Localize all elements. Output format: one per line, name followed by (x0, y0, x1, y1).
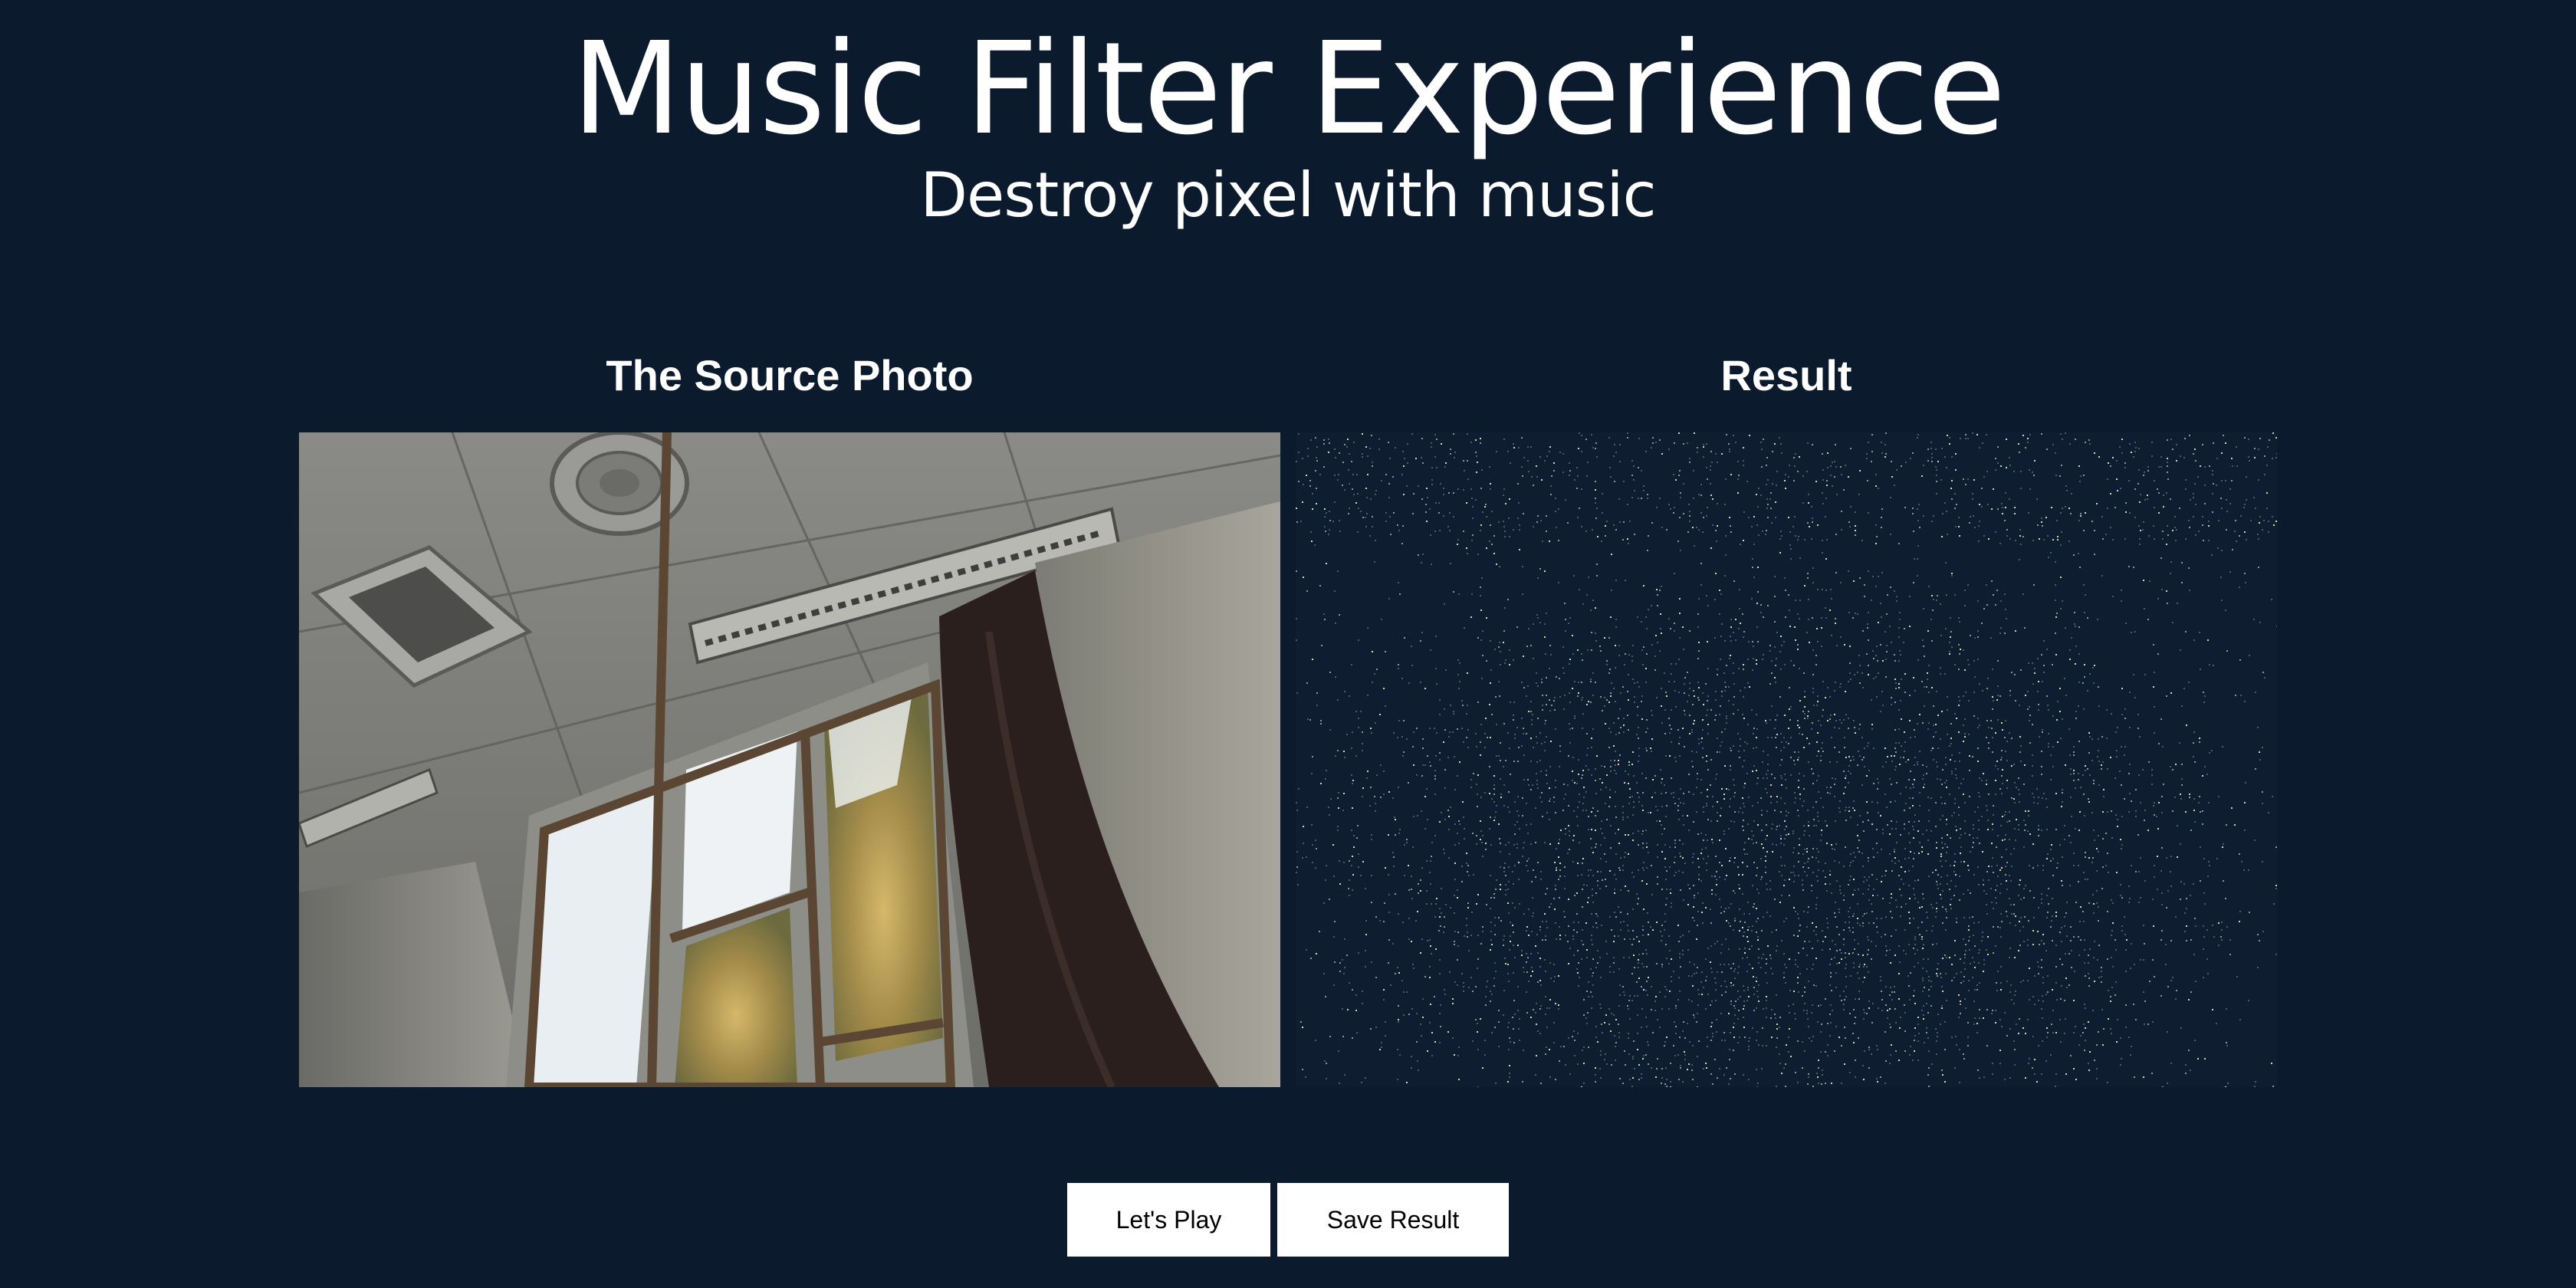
source-photo-heading: The Source Photo (606, 351, 974, 399)
save-result-button[interactable]: Save Result (1277, 1183, 1509, 1257)
source-photo (299, 432, 1280, 1087)
result-photo (1296, 432, 2277, 1087)
result-heading: Result (1720, 351, 1852, 399)
lets-play-button[interactable]: Let's Play (1067, 1183, 1270, 1257)
page-title: Music Filter Experience (571, 15, 2006, 163)
page-subtitle: Destroy pixel with music (920, 159, 1656, 231)
